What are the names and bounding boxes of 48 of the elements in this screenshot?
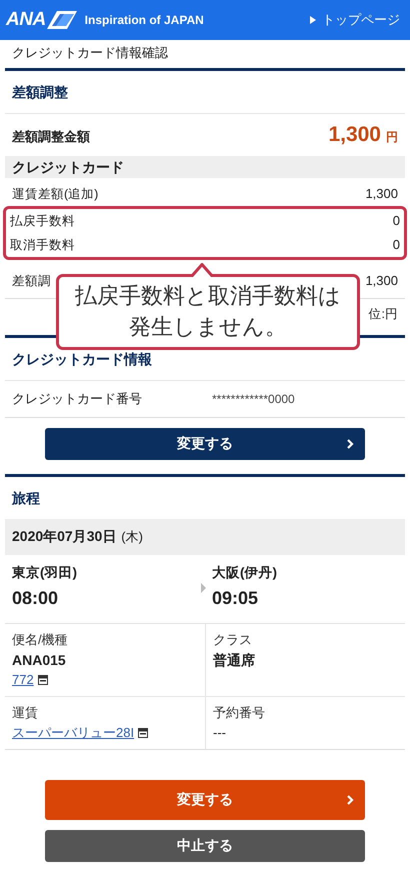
stripes-logo-icon [46,11,77,29]
row-label: 運賃差額(追加) [12,186,98,203]
pointer-icon [190,263,214,277]
subsection-heading: クレジットカード [5,156,405,178]
change-button[interactable]: 変更する [45,780,365,820]
row-value: 1,300 [365,185,398,203]
detail-label: クラス [213,631,253,649]
flight-date: 2020年07月30日 [12,528,116,546]
detail-value: ANA015 [12,651,66,670]
section-heading: 旅程 [10,489,41,508]
currency-unit: 円 [386,130,398,144]
detail-label: 運賃 [12,704,39,722]
unit-note: 位:円 [368,306,398,323]
detail-label: 便名/機種 [12,631,69,649]
total-label: 差額調整金額 [12,128,90,146]
flight-time: 09:05 [212,587,260,610]
cancel-button[interactable]: 中止する [45,830,365,862]
total-amount: 1,300 [328,123,381,146]
detail-value: --- [213,724,226,742]
tagline: Inspiration of JAPAN [84,13,204,27]
row-label: 差額調 [12,273,51,290]
window-icon [38,675,48,685]
page-title: クレジットカード情報確認 [11,44,169,62]
chevron-icon [345,438,355,450]
arrow-icon [201,583,206,593]
city-name: 大阪(伊丹) [212,564,278,582]
field-label: クレジットカード番号 [12,390,143,408]
change-button[interactable]: 変更する [45,428,365,460]
row-value: 0 [392,212,400,230]
window-icon [138,728,148,738]
detail-label: 予約番号 [213,704,266,722]
section-heading: 差額調整 [5,71,405,114]
top-page-link[interactable]: トップページ [310,11,400,29]
caret-icon [310,16,316,24]
detail-value: 普通席 [213,651,255,670]
detail-link[interactable]: スーパーバリュー28I [12,723,134,743]
row-label: 取消手数料 [10,237,75,254]
logo-text: ANA [6,9,46,31]
flight-time: 08:00 [12,587,60,610]
city-name: 東京(羽田) [12,564,78,582]
detail-link[interactable]: 772 [12,670,34,690]
chevron-icon [345,794,355,806]
row-label: 払戻手数料 [10,213,75,230]
row-value: 0 [392,236,400,254]
row-value: 1,300 [365,272,398,290]
weekday: (木) [121,528,143,546]
card-number: ************0000 [212,392,295,406]
callout: 払戻手数料と取消手数料は発生しません。 [56,274,360,350]
